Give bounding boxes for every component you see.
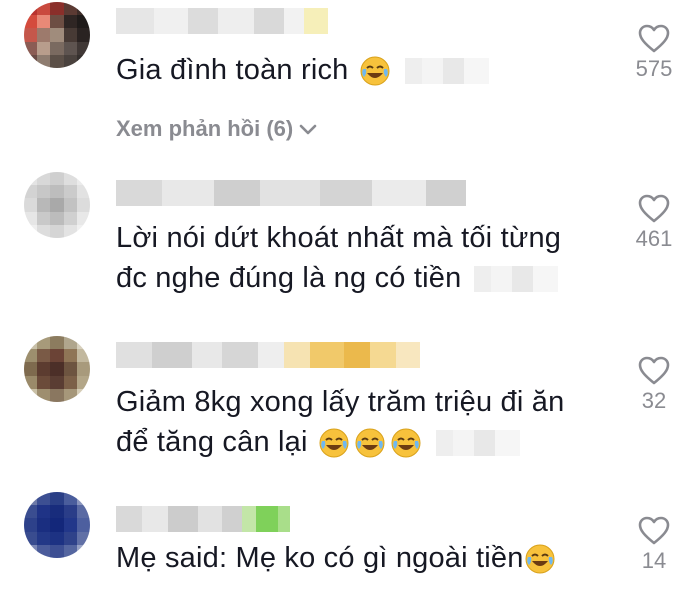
avatar[interactable] (24, 492, 90, 558)
tears-of-joy-emoji-icon (355, 428, 385, 458)
like-button[interactable]: 461 (624, 194, 684, 252)
comment-line: Lời nói dứt khoát nhất mà tối từng (116, 222, 562, 254)
view-replies-button[interactable]: Xem phản hồi (6) (116, 116, 319, 142)
blurred-content (473, 266, 558, 293)
username-blurred[interactable] (116, 8, 328, 34)
comment-line: Giảm 8kg xong lấy trăm triệu đi ăn (116, 386, 565, 418)
avatar[interactable] (24, 2, 90, 68)
like-count: 575 (635, 56, 673, 81)
heart-outline-icon (638, 516, 670, 545)
comment-line: Mẹ said: Mẹ ko có gì ngoài tiền (116, 542, 524, 574)
blurred-content (405, 58, 490, 85)
tears-of-joy-emoji-icon (525, 544, 555, 574)
like-button[interactable]: 32 (624, 356, 684, 414)
like-count: 32 (641, 388, 667, 413)
comment-line: để tăng cân lại (116, 426, 308, 458)
comment-text: Giảm 8kg xong lấy trăm triệu đi ăn để tă… (116, 382, 616, 462)
heart-outline-icon (638, 356, 670, 385)
like-button[interactable]: 14 (624, 516, 684, 574)
chevron-down-icon (299, 124, 317, 135)
heart-outline-icon (638, 24, 670, 53)
tears-of-joy-emoji-icon (319, 428, 349, 458)
tears-of-joy-emoji-icon (391, 428, 421, 458)
avatar[interactable] (24, 336, 90, 402)
heart-outline-icon (638, 194, 670, 223)
view-replies-label: Xem phản hồi (6) (116, 116, 294, 141)
username-blurred[interactable] (116, 342, 420, 368)
comment-text: Lời nói dứt khoát nhất mà tối từng đc ng… (116, 218, 616, 298)
tears-of-joy-emoji-icon (360, 56, 390, 86)
like-count: 14 (641, 548, 667, 573)
avatar[interactable] (24, 172, 90, 238)
like-count: 461 (635, 226, 673, 251)
username-blurred[interactable] (116, 180, 466, 206)
comment-text: Gia đình toàn rich (116, 50, 616, 90)
comment-line: đc nghe đúng là ng có tiền (116, 262, 462, 294)
comment-text: Mẹ said: Mẹ ko có gì ngoài tiền (116, 538, 616, 578)
blurred-content (436, 430, 521, 457)
username-blurred[interactable] (116, 506, 290, 532)
comment-line: Gia đình toàn rich (116, 54, 349, 86)
like-button[interactable]: 575 (624, 24, 684, 82)
